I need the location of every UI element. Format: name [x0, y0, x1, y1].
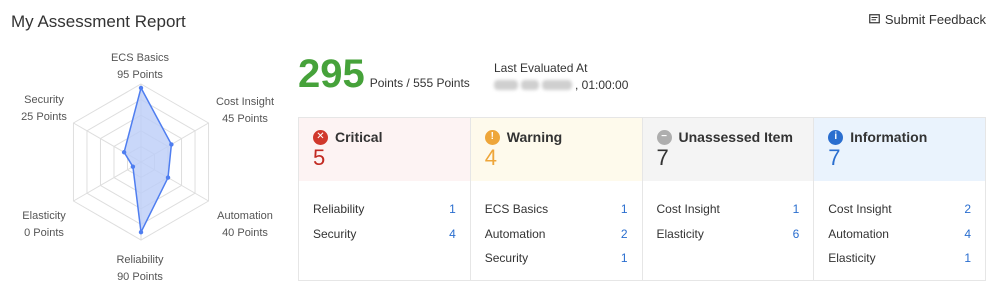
radar-label-automation: Automation 40 Points: [217, 210, 273, 239]
radar-label-cost-insight: Cost Insight 45 Points: [215, 96, 275, 125]
card-title-row: i Information: [828, 129, 971, 145]
card-information: i Information 7 Cost Insight 2 Automation 4 Ela…: [814, 118, 985, 280]
card-title-row: ✕ Critical: [313, 129, 456, 145]
card-row: ECS Basics 1: [485, 197, 628, 222]
card-row-count-link[interactable]: 2: [964, 202, 971, 216]
minus-icon: −: [656, 129, 672, 145]
redacted-date: [494, 80, 518, 90]
radar-label-security: Security 25 Points: [21, 94, 67, 123]
score-value: 295: [298, 52, 365, 96]
card-row-label: Reliability: [313, 202, 365, 217]
card-header: ! Warning 4: [470, 118, 642, 181]
radar-label-reliability: Reliability 90 Points: [116, 254, 164, 283]
radar-chart: ECS Basics 95 Points Cost Insight 45 Point…: [10, 44, 280, 294]
info-icon: i: [828, 129, 844, 145]
card-row: Elasticity 1: [828, 246, 971, 271]
card-row-count-link[interactable]: 4: [449, 227, 456, 241]
card-body: Cost Insight 1 Elasticity 6: [643, 181, 814, 246]
assessment-cards: ✕ Critical 5 Reliability 1 Security 4! Warning 4…: [298, 117, 986, 281]
card-row-label: Automation: [484, 226, 546, 241]
card-row: Reliability 1: [313, 197, 456, 222]
card-row-count-link[interactable]: 1: [964, 251, 971, 265]
last-evaluated-time: , 01:00:00: [575, 78, 629, 92]
card-header: − Unassessed Item 7: [642, 118, 814, 181]
card-critical: ✕ Critical 5 Reliability 1 Security 4: [299, 118, 471, 280]
card-row-label: Automation: [828, 226, 889, 241]
card-row: Automation 4: [828, 222, 971, 247]
card-row-label: Elasticity: [828, 251, 876, 266]
last-evaluated-label: Last Evaluated At: [494, 61, 588, 75]
card-row-count-link[interactable]: 2: [621, 227, 628, 241]
card-row-label: Security: [313, 226, 357, 241]
card-warning: ! Warning 4 ECS Basics 1 Automation 2 Security 1: [470, 118, 643, 280]
card-row-count-link[interactable]: 4: [964, 227, 971, 241]
card-row-count-link[interactable]: 6: [793, 227, 800, 241]
card-count: 4: [484, 145, 497, 170]
card-row-label: Security: [484, 251, 529, 266]
card-body: ECS Basics 1 Automation 2 Security 1: [471, 181, 642, 271]
radar-point-cost-insight: [169, 142, 174, 147]
page-title: My Assessment Report: [11, 12, 186, 31]
card-row-label: Elasticity: [656, 226, 704, 241]
card-row: Automation 2: [485, 222, 628, 247]
card-title: Unassessed Item: [678, 129, 793, 145]
exclamation-icon: !: [484, 129, 500, 145]
card-title-row: ! Warning: [484, 129, 628, 145]
redacted-date: [521, 80, 539, 90]
card-body: Reliability 1 Security 4: [299, 181, 470, 246]
card-row: Security 1: [485, 246, 628, 271]
card-count: 7: [656, 145, 669, 170]
redacted-date: [542, 80, 572, 90]
card-row: Elasticity 6: [657, 222, 800, 247]
radar-label-elasticity: Elasticity 0 Points: [22, 210, 66, 239]
card-row-label: Cost Insight: [656, 202, 720, 217]
card-unassessed-item: − Unassessed Item 7 Cost Insight 1 Elasticity…: [642, 118, 815, 280]
last-evaluated-time-row: , 01:00:00: [494, 77, 628, 93]
card-row-count-link[interactable]: 1: [449, 202, 456, 216]
close-icon: ✕: [313, 129, 328, 145]
card-row-count-link[interactable]: 1: [621, 202, 628, 216]
radar-point-reliability: [138, 230, 144, 235]
radar-point-elasticity: [130, 164, 136, 169]
score-suffix: Points / 555 Points: [369, 76, 470, 90]
card-row: Security 4: [313, 222, 456, 247]
submit-feedback-link[interactable]: Submit Feedback: [868, 12, 986, 27]
card-count: 5: [313, 145, 326, 170]
card-row-count-link[interactable]: 1: [793, 202, 800, 216]
card-row-count-link[interactable]: 1: [621, 251, 628, 265]
card-title: Warning: [506, 129, 563, 145]
card-header: i Information 7: [814, 118, 985, 181]
card-row: Cost Insight 1: [657, 197, 800, 222]
radar-label-ecs-basics: ECS Basics 95 Points: [110, 52, 170, 81]
card-row: Cost Insight 2: [828, 197, 971, 222]
radar-point-security: [121, 150, 127, 155]
card-title-row: − Unassessed Item: [656, 129, 800, 145]
card-row-label: ECS Basics: [484, 202, 549, 217]
card-title: Critical: [335, 129, 383, 145]
radar-axis-line: [73, 161, 142, 202]
card-row-label: Cost Insight: [828, 202, 892, 217]
card-count: 7: [828, 145, 841, 170]
card-body: Cost Insight 2 Automation 4 Elasticity 1: [814, 181, 985, 271]
card-header: ✕ Critical 5: [299, 118, 470, 181]
total-score: 295 Points / 555 Points: [298, 52, 470, 96]
last-evaluated: Last Evaluated At , 01:00:00: [494, 60, 628, 93]
radar-point-ecs-basics: [138, 85, 144, 91]
feedback-icon: [868, 14, 880, 25]
submit-feedback-label: Submit Feedback: [884, 12, 986, 27]
card-title: Information: [850, 129, 928, 145]
radar-point-automation: [165, 175, 171, 180]
